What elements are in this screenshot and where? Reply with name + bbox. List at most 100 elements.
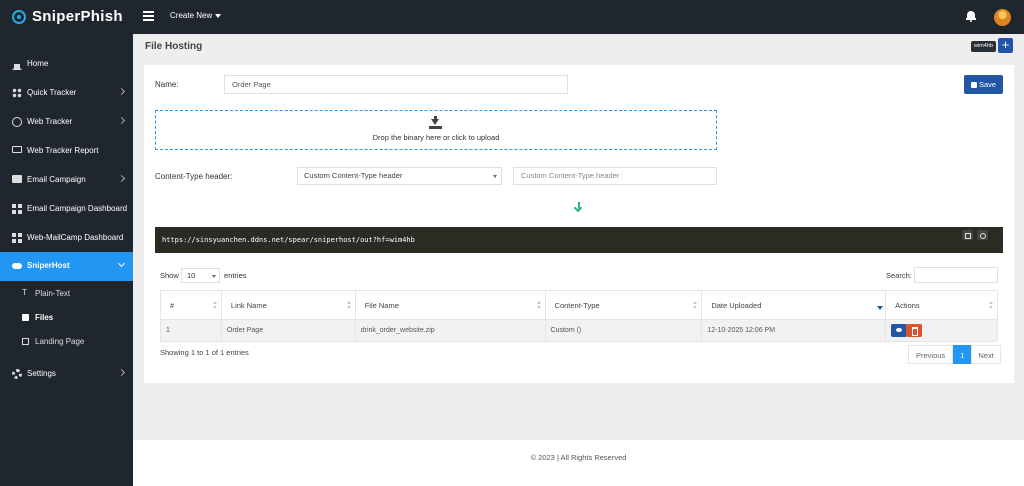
column-header-date-uploaded[interactable]: Date Uploaded xyxy=(701,290,887,320)
cell-date-uploaded: 12-10-2025 12:06 PM xyxy=(701,319,887,342)
view-button[interactable] xyxy=(891,324,908,337)
copy-icon[interactable] xyxy=(962,230,973,240)
app-name: SniperPhish xyxy=(32,8,123,25)
sidebar-subitem-plain-text[interactable]: T Plain-Text xyxy=(0,282,133,306)
cell-file-name: drink_order_website.zip xyxy=(354,319,546,342)
previous-page-button[interactable]: Previous xyxy=(908,345,954,364)
save-button[interactable]: Save xyxy=(964,75,1003,94)
chevron-down-icon xyxy=(212,275,216,278)
sidebar-item-quick-tracker[interactable]: Quick Tracker xyxy=(0,79,133,108)
user-tag-badge: wim4hb xyxy=(971,41,996,52)
sidebar-item-home[interactable]: Home xyxy=(0,50,133,79)
sort-desc-icon xyxy=(877,301,884,310)
laptop-icon xyxy=(12,146,22,153)
top-bar: SniperPhish Create New xyxy=(0,0,1024,34)
sidebar-item-label: Web Tracker xyxy=(27,117,73,126)
sidebar-item-web-tracker[interactable]: Web Tracker xyxy=(0,108,133,137)
cell-num: 1 xyxy=(160,319,222,342)
column-header-link-name[interactable]: Link Name xyxy=(220,290,356,320)
chevron-right-icon xyxy=(117,87,126,96)
sort-icon xyxy=(693,301,698,310)
page-size-select[interactable]: 10 xyxy=(181,268,220,283)
search-label: Search: xyxy=(886,271,912,280)
app-logo[interactable]: SniperPhish xyxy=(12,8,123,25)
column-label: File Name xyxy=(364,300,399,310)
sidebar-item-email-campaign[interactable]: Email Campaign xyxy=(0,166,133,195)
cell-content-type: Custom () xyxy=(544,319,703,342)
sidebar-item-label: Email Campaign Dashboard xyxy=(27,204,128,213)
tracker-icon xyxy=(12,88,22,98)
column-header-file-name[interactable]: File Name xyxy=(354,290,546,320)
sort-icon xyxy=(536,301,541,310)
sidebar-item-label: Home xyxy=(27,59,49,68)
footer-area xyxy=(133,440,1024,486)
sort-icon xyxy=(346,301,351,310)
sidebar-subitem-files[interactable]: Files xyxy=(0,306,133,330)
chevron-right-icon xyxy=(117,174,126,183)
sidebar-item-label: Email Campaign xyxy=(27,175,86,184)
sidebar-item-settings[interactable]: Settings xyxy=(0,360,133,389)
column-label: Date Uploaded xyxy=(711,300,762,310)
file-icon xyxy=(22,314,29,321)
sidebar-subitem-label: Plain-Text xyxy=(35,289,71,298)
column-header-num[interactable]: # xyxy=(160,290,222,320)
sidebar-subitem-label: Landing Page xyxy=(35,337,85,346)
text-icon: T xyxy=(22,288,27,297)
bell-icon[interactable] xyxy=(966,11,976,22)
save-button-label: Save xyxy=(978,80,997,89)
name-label: Name: xyxy=(155,80,179,89)
sidebar-item-web-tracker-report[interactable]: Web Tracker Report xyxy=(0,137,133,166)
footer-text: © 2023 | All Rights Reserved xyxy=(530,453,627,462)
sidebar-item-sniperhost[interactable]: SniperHost xyxy=(0,252,133,281)
pagination: Previous 1 Next xyxy=(908,345,1001,364)
name-field[interactable]: Order Page xyxy=(224,75,568,94)
column-label: Content-Type xyxy=(554,300,600,310)
sort-icon xyxy=(989,301,993,310)
table-info: Showing 1 to 1 of 1 entries xyxy=(160,348,249,357)
chevron-down-icon xyxy=(117,259,126,268)
delete-button[interactable] xyxy=(906,324,923,337)
upload-icon xyxy=(429,116,442,130)
content-type-select[interactable]: Custom Content-Type header xyxy=(297,167,502,185)
content-type-label: Content-Type header: xyxy=(155,172,233,181)
table-header-row: # Link Name File Name Content-Type Date … xyxy=(160,290,998,320)
next-page-button[interactable]: Next xyxy=(971,345,1001,364)
dashboard-icon xyxy=(12,233,22,243)
column-label: Link Name xyxy=(230,300,267,310)
sidebar-item-web-mailcamp-dashboard[interactable]: Web-MailCamp Dashboard xyxy=(0,224,133,253)
avatar[interactable] xyxy=(994,9,1011,26)
column-header-content-type[interactable]: Content-Type xyxy=(544,290,703,320)
menu-toggle-icon[interactable] xyxy=(143,11,154,21)
page-icon xyxy=(22,338,29,345)
sidebar-subitem-landing-page[interactable]: Landing Page xyxy=(0,330,133,354)
sidebar-item-label: Settings xyxy=(27,369,56,378)
sidebar-item-email-campaign-dashboard[interactable]: Email Campaign Dashboard xyxy=(0,195,133,224)
search-input[interactable] xyxy=(914,267,998,283)
gear-icon xyxy=(12,369,22,379)
chevron-right-icon xyxy=(117,368,126,377)
show-label: Show xyxy=(160,271,179,280)
home-icon-base xyxy=(14,64,20,69)
column-label: Actions xyxy=(895,300,920,310)
create-new-dropdown[interactable]: Create New xyxy=(170,11,222,20)
page-size-value: 10 xyxy=(187,271,196,280)
column-label: # xyxy=(170,300,175,310)
save-icon xyxy=(970,82,977,88)
custom-content-type-input[interactable]: Custom Content-Type header xyxy=(513,167,717,185)
page-1-button[interactable]: 1 xyxy=(953,345,972,364)
chevron-down-icon xyxy=(215,13,222,18)
mail-icon xyxy=(12,175,22,183)
view-link-icon[interactable] xyxy=(977,230,988,240)
column-header-actions[interactable]: Actions xyxy=(885,290,998,320)
sidebar-item-label: Web Tracker Report xyxy=(27,146,99,155)
create-new-label: Create New xyxy=(170,11,213,20)
chevron-down-icon xyxy=(493,175,497,178)
page-title: File Hosting xyxy=(145,41,203,52)
arrow-down-icon xyxy=(573,202,584,213)
cloud-icon xyxy=(12,263,22,269)
globe-icon xyxy=(12,117,22,127)
sidebar: Home Quick Tracker Web Tracker Web Track… xyxy=(0,34,133,486)
add-button[interactable]: + xyxy=(998,38,1013,53)
table-row: 1 Order Page drink_order_website.zip Cus… xyxy=(160,319,998,342)
sidebar-item-label: Quick Tracker xyxy=(27,88,77,97)
